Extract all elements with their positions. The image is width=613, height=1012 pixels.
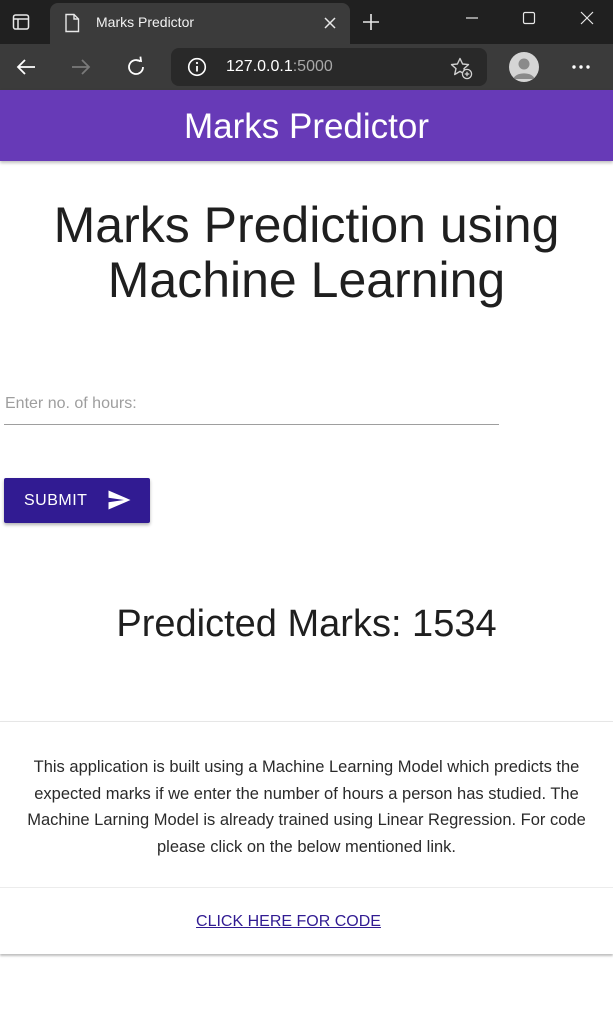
send-icon (108, 490, 131, 510)
window-icon[interactable] (10, 11, 32, 33)
url-port: :5000 (292, 58, 333, 75)
hours-input[interactable] (4, 383, 499, 425)
page-icon (64, 13, 82, 33)
profile-icon[interactable] (509, 52, 539, 82)
back-icon[interactable] (11, 53, 41, 81)
browser-toolbar: 127.0.0.1:5000 (0, 44, 613, 90)
info-icon[interactable] (187, 57, 207, 77)
url-text: 127.0.0.1:5000 (226, 58, 333, 76)
info-card: This application is built using a Machin… (0, 721, 613, 954)
card-divider (0, 887, 613, 888)
url-host: 127.0.0.1 (226, 58, 293, 75)
app-header: Marks Predictor (0, 90, 613, 161)
maximize-icon[interactable] (511, 6, 547, 30)
tab-title: Marks Predictor (96, 14, 195, 30)
close-window-icon[interactable] (569, 6, 605, 30)
more-icon[interactable] (566, 53, 596, 81)
forward-icon[interactable] (66, 53, 96, 81)
code-link[interactable]: CLICK HERE FOR CODE (0, 912, 577, 932)
minimize-icon[interactable] (454, 6, 490, 30)
submit-button[interactable]: SUBMIT (4, 478, 150, 523)
submit-label: SUBMIT (24, 491, 88, 509)
favorites-add-icon[interactable] (449, 56, 473, 80)
browser-tab-strip: Marks Predictor (0, 0, 613, 44)
predicted-marks: Predicted Marks: 1534 (116, 603, 497, 645)
refresh-icon[interactable] (121, 53, 151, 81)
address-bar[interactable]: 127.0.0.1:5000 (171, 48, 487, 86)
browser-tab[interactable]: Marks Predictor (50, 3, 350, 44)
close-icon[interactable] (318, 11, 342, 35)
plus-icon[interactable] (358, 8, 384, 36)
description-text: This application is built using a Machin… (27, 758, 586, 856)
page-title: Marks Prediction using Machine Learning (53, 197, 560, 308)
app-header-title: Marks Predictor (183, 107, 430, 146)
